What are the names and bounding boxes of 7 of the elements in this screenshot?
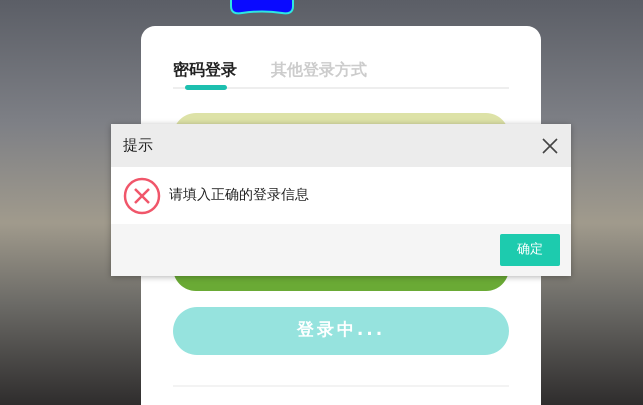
dialog-title: 提示 (123, 135, 153, 156)
error-icon (123, 176, 161, 214)
close-icon[interactable] (541, 136, 559, 154)
confirm-button[interactable]: 确定 (500, 234, 560, 266)
tab[interactable]: 密码登录 (173, 60, 237, 88)
login-button[interactable]: 登录中... (173, 307, 509, 356)
dialog-message: 请填入正确的登录信息 (169, 186, 309, 205)
